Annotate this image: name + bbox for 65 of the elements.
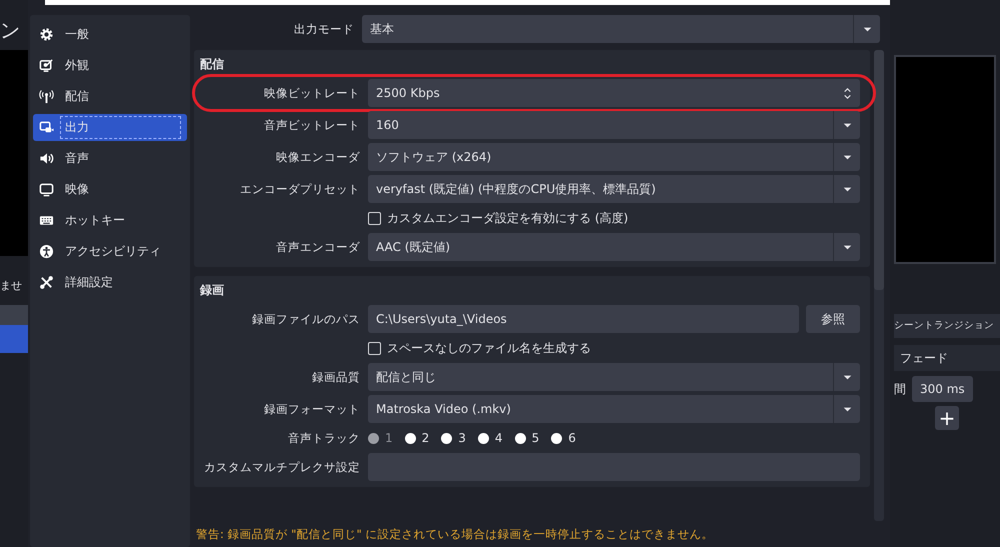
duration-label: 間 <box>894 380 906 398</box>
list-header <box>0 305 28 325</box>
track-label: 1 <box>385 431 393 445</box>
sidebar-item[interactable]: ホットキー <box>33 207 187 234</box>
gear-icon <box>39 27 54 42</box>
dropdown[interactable]: 160 <box>368 111 860 139</box>
checkbox[interactable] <box>368 342 381 354</box>
group-title: 録画 <box>200 282 225 299</box>
browse-button[interactable]: 参照 <box>806 305 860 333</box>
sidebar-item[interactable]: 配信 <box>33 83 187 110</box>
sidebar-item[interactable]: 音声 <box>33 145 187 172</box>
tools-icon <box>39 275 54 290</box>
sidebar-item[interactable]: 出力 <box>33 114 187 141</box>
speaker-icon <box>39 151 54 166</box>
camera-monitor-icon <box>39 120 54 135</box>
checkbox-label: スペースなしのファイル名を生成する <box>387 340 591 356</box>
dropdown[interactable]: 基本 <box>362 15 880 43</box>
field-label: 音声ビットレート <box>264 118 360 132</box>
dropdown[interactable]: Matroska Video (.mkv) <box>368 395 860 423</box>
field-label: 録画ファイルのパス <box>252 312 360 326</box>
panel-title: シーントランジション <box>894 314 1000 338</box>
track-label: 3 <box>458 431 466 445</box>
antenna-icon <box>39 89 54 104</box>
sidebar-item[interactable]: 外観 <box>33 52 187 79</box>
field-label: 音声エンコーダ <box>276 240 360 254</box>
track-label: 4 <box>494 431 503 445</box>
transition-dropdown[interactable]: フェード <box>894 345 1000 371</box>
sidebar-item[interactable]: 一般 <box>33 21 187 48</box>
track-label: 5 <box>532 431 540 445</box>
sidebar-item[interactable]: 映像 <box>33 176 187 203</box>
person-circle-icon <box>39 244 54 259</box>
dropdown[interactable]: 配信と同じ <box>368 363 860 391</box>
field-label: カスタムマルチプレクサ設定 <box>204 460 360 474</box>
dropdown[interactable]: AAC (既定値) <box>368 233 860 261</box>
track-checkbox[interactable] <box>551 432 562 444</box>
field-label: 出力モード <box>293 22 354 36</box>
dropdown[interactable]: ソフトウェア (x264) <box>368 143 860 171</box>
monitor-pen-icon <box>39 58 54 73</box>
field-label: エンコーダプリセット <box>240 182 360 196</box>
duration-field[interactable]: 300 ms <box>912 376 973 402</box>
track-checkbox[interactable] <box>514 432 526 444</box>
warning-text: 警告: 録画品質が "配信と同じ" に設定されている場合は録画を一時停止することはできません。 <box>195 526 714 543</box>
scrollbar[interactable] <box>874 50 884 521</box>
monitor-icon <box>39 182 54 197</box>
path-field[interactable]: C:\Users\yuta_\Videos <box>368 305 799 333</box>
list-text: ませ <box>0 278 23 293</box>
track-checkbox[interactable] <box>441 432 452 444</box>
checkbox[interactable] <box>368 212 381 224</box>
number-field[interactable]: 2500 Kbps <box>368 79 860 107</box>
checkbox-label: カスタムエンコーダ設定を有効にする (高度) <box>387 210 628 226</box>
field-label: 録画フォーマット <box>264 402 360 416</box>
track-checkbox[interactable] <box>404 432 416 444</box>
field-label: 音声トラック <box>288 430 360 444</box>
dropdown[interactable]: veryfast (既定値) (中程度のCPU使用率、標準品質) <box>368 175 860 203</box>
sidebar-item[interactable]: 詳細設定 <box>33 269 187 296</box>
track-label: 2 <box>422 431 430 445</box>
track-checkbox[interactable] <box>478 432 489 444</box>
sidebar-item[interactable]: アクセシビリティ <box>33 238 187 265</box>
panel-title: ン <box>0 17 21 44</box>
field-label: 映像ビットレート <box>264 86 360 100</box>
field-label: 映像エンコーダ <box>276 150 360 164</box>
add-button[interactable]: + <box>935 406 959 430</box>
track-label: 6 <box>568 431 576 445</box>
field-label: 録画品質 <box>312 370 360 384</box>
group-title: 配信 <box>200 56 225 73</box>
